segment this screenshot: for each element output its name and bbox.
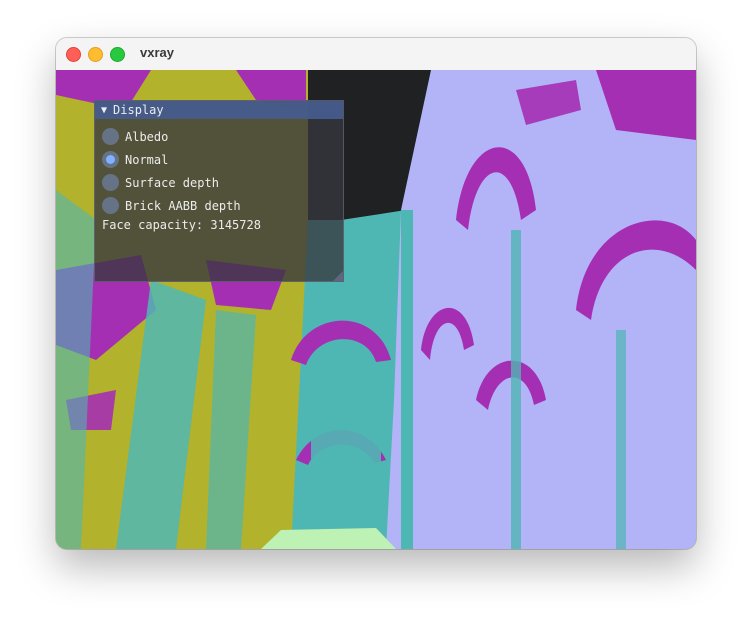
collapse-arrow-icon[interactable]: ▼ <box>101 105 107 116</box>
display-panel: ▼ Display Albedo Normal Surface depth Br… <box>94 100 344 282</box>
display-panel-title: Display <box>113 103 164 117</box>
app-window: vxray ▼ Display Albedo Normal Surface de… <box>56 38 696 549</box>
maximize-button[interactable] <box>110 47 125 62</box>
minimize-button[interactable] <box>88 47 103 62</box>
radio-brick-aabb-depth[interactable] <box>102 197 119 214</box>
resize-grip[interactable] <box>333 271 343 281</box>
display-panel-header[interactable]: ▼ Display <box>95 101 343 119</box>
option-albedo-label: Albedo <box>125 129 169 144</box>
option-surface-depth[interactable]: Surface depth <box>102 171 343 194</box>
radio-surface-depth[interactable] <box>102 174 119 191</box>
face-capacity-text: Face capacity: 3145728 <box>102 218 261 232</box>
window-title: vxray <box>140 45 174 60</box>
radio-albedo[interactable] <box>102 128 119 145</box>
option-normal[interactable]: Normal <box>102 148 343 171</box>
option-brick-aabb-depth[interactable]: Brick AABB depth <box>102 194 343 217</box>
option-normal-label: Normal <box>125 152 169 167</box>
option-albedo[interactable]: Albedo <box>102 125 343 148</box>
option-brick-aabb-depth-label: Brick AABB depth <box>125 198 241 213</box>
option-surface-depth-label: Surface depth <box>125 175 219 190</box>
title-bar[interactable]: vxray <box>56 38 696 71</box>
radio-normal[interactable] <box>102 151 119 168</box>
close-button[interactable] <box>66 47 81 62</box>
render-viewport[interactable]: ▼ Display Albedo Normal Surface depth Br… <box>56 70 696 549</box>
